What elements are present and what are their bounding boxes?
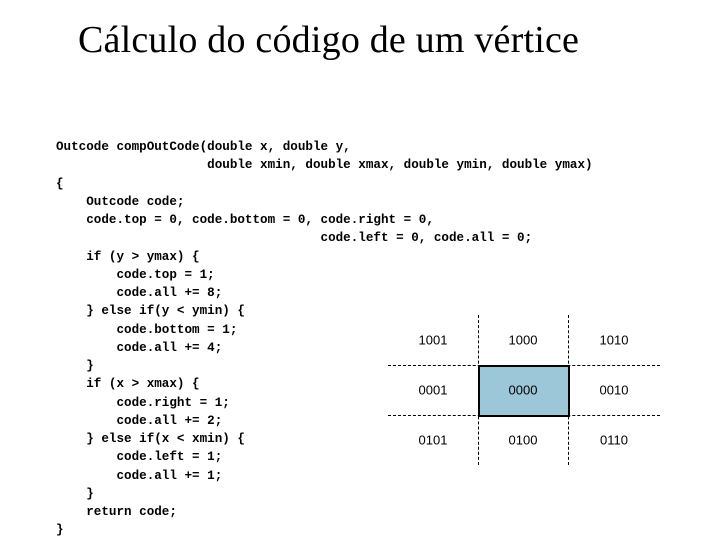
outcode-top-left: 1001 [419, 333, 448, 348]
outcode-left: 0001 [419, 383, 448, 398]
code-line: code.all += 1; [56, 469, 222, 483]
code-line: code.all += 2; [56, 414, 222, 428]
outcode-center: 0000 [509, 383, 538, 398]
outcode-diagram: 1001 1000 1010 0001 0000 0010 0101 0100 … [388, 315, 660, 465]
outcode-top-right: 1010 [600, 333, 629, 348]
code-line: code.all += 8; [56, 286, 222, 300]
code-line: code.top = 0, code.bottom = 0, code.righ… [56, 213, 434, 227]
code-line: Outcode code; [56, 195, 184, 209]
outcode-top: 1000 [509, 333, 538, 348]
code-line: Outcode compOutCode(double x, double y, [56, 140, 351, 154]
code-line: code.all += 4; [56, 341, 222, 355]
code-line: if (y > ymax) { [56, 250, 200, 264]
code-line: } [56, 359, 94, 373]
code-line: if (x > xmax) { [56, 377, 200, 391]
code-line: code.left = 1; [56, 450, 222, 464]
code-line: } else if(y < ymin) { [56, 304, 245, 318]
code-line: } [56, 523, 64, 537]
slide-root: Cálculo do código de um vértice Outcode … [0, 0, 720, 540]
code-line: return code; [56, 505, 177, 519]
code-line: { [56, 177, 64, 191]
outcode-bottom-right: 0110 [600, 433, 628, 448]
outcode-right: 0010 [600, 383, 629, 398]
code-line: code.bottom = 1; [56, 323, 237, 337]
outcode-bottom-left: 0101 [419, 433, 448, 448]
outcode-bottom: 0100 [509, 433, 538, 448]
code-line: code.right = 1; [56, 396, 230, 410]
code-line: } else if(x < xmin) { [56, 432, 245, 446]
code-line: } [56, 487, 94, 501]
code-line: code.top = 1; [56, 268, 215, 282]
slide-title: Cálculo do código de um vértice [78, 18, 579, 62]
code-line: double xmin, double xmax, double ymin, d… [56, 158, 593, 172]
code-line: code.left = 0, code.all = 0; [56, 231, 532, 245]
